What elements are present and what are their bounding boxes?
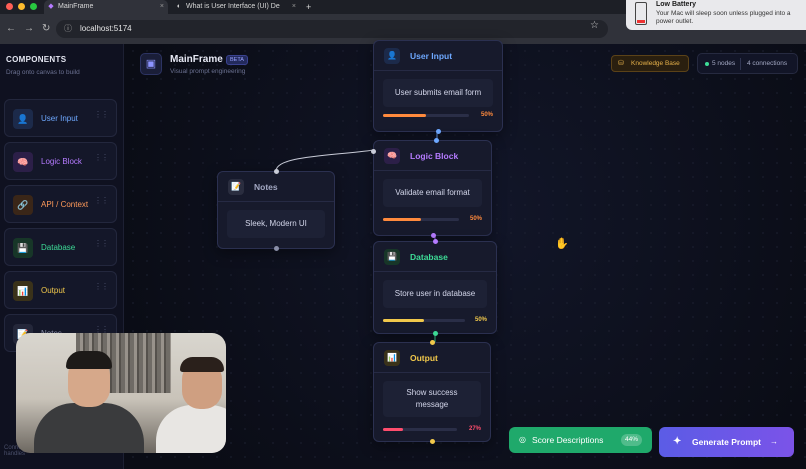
progress-bar: [383, 428, 457, 431]
floppy-icon: 💾: [384, 249, 400, 265]
node-logic-block[interactable]: 🧠 Logic Block Validate email format 50%: [371, 138, 492, 238]
minimize-window-button[interactable]: [18, 3, 25, 10]
close-tab-icon[interactable]: ×: [160, 0, 164, 14]
low-battery-notification[interactable]: Low Battery Your Mac will sleep soon unl…: [626, 0, 806, 30]
reload-icon[interactable]: ↻: [42, 23, 50, 34]
progress-label: 50%: [480, 112, 493, 118]
node-header: 📝 Notes: [218, 172, 334, 202]
progress-fill: [383, 428, 403, 431]
node-title: Notes: [254, 182, 278, 192]
node-title: User Input: [410, 51, 453, 61]
progress-fill: [383, 114, 426, 117]
target-icon: ◎: [519, 435, 526, 444]
output-handle[interactable]: [431, 233, 436, 238]
progress-label: 50%: [474, 317, 487, 323]
input-handle[interactable]: [274, 169, 279, 174]
progress-bar: [383, 218, 459, 221]
node-database[interactable]: 💾 Database Store user in database 50%: [373, 239, 497, 336]
battery-icon: [635, 2, 647, 25]
close-window-button[interactable]: [6, 3, 13, 10]
node-title: Output: [410, 353, 438, 363]
progress-bar: [383, 319, 465, 322]
node-title: Logic Block: [410, 151, 459, 161]
output-handle[interactable]: [436, 129, 441, 134]
person-right-hair: [180, 357, 224, 372]
progress-fill: [383, 218, 421, 221]
node-user-input[interactable]: 👤 User Input User submits email form 50%: [373, 40, 503, 134]
arrow-right-icon: →: [770, 437, 778, 446]
node-header: 🧠 Logic Block: [374, 141, 491, 171]
browser-tab-article[interactable]: ◐ What is User Interface (UI) De ×: [172, 0, 300, 14]
mainframe-favicon-icon: ◆: [48, 3, 54, 10]
brain-icon: 🧠: [384, 148, 400, 164]
generate-label: Generate Prompt: [692, 437, 761, 447]
person-left-hair: [66, 351, 112, 369]
forward-arrow-icon[interactable]: →: [24, 23, 34, 34]
bookmark-star-icon[interactable]: ☆: [590, 20, 599, 31]
user-icon: 👤: [384, 48, 400, 64]
connection-notes-logic: [275, 149, 375, 172]
chart-icon: 📊: [384, 350, 400, 366]
node-content[interactable]: Store user in database: [383, 280, 487, 308]
person-left-body: [34, 403, 144, 453]
person-right-body: [156, 405, 226, 453]
node-notes[interactable]: 📝 Notes Sleek, Modern UI: [217, 169, 335, 251]
close-tab-icon[interactable]: ×: [292, 0, 296, 14]
node-title: Database: [410, 252, 448, 262]
input-handle[interactable]: [434, 138, 439, 143]
node-content[interactable]: Sleek, Modern UI: [227, 210, 325, 238]
node-header: 👤 User Input: [374, 41, 502, 71]
back-arrow-icon[interactable]: ←: [6, 23, 16, 34]
node-output[interactable]: 📊 Output Show success message 27%: [373, 340, 491, 444]
globe-favicon-icon: ◐: [176, 3, 182, 10]
generate-prompt-button[interactable]: ✦ Generate Prompt →: [659, 427, 794, 457]
notification-message: Your Mac will sleep soon unless plugged …: [656, 10, 791, 25]
node-header: 💾 Database: [374, 242, 496, 272]
side-handle[interactable]: [371, 149, 376, 154]
url-text: localhost:5174: [80, 24, 132, 33]
progress-label: 50%: [469, 216, 482, 222]
new-tab-button[interactable]: +: [302, 0, 311, 14]
tab-title: What is User Interface (UI) De: [186, 3, 280, 10]
output-handle[interactable]: [274, 246, 279, 251]
node-content[interactable]: Show success message: [383, 381, 481, 417]
progress-bar: [383, 114, 469, 117]
node-content[interactable]: Validate email format: [383, 179, 482, 207]
note-icon: 📝: [228, 179, 244, 195]
sparkle-icon: ✦: [673, 436, 682, 447]
grab-cursor-icon: ✋: [555, 238, 569, 250]
output-handle[interactable]: [430, 439, 435, 444]
notification-title: Low Battery: [656, 1, 697, 8]
webcam-overlay: [16, 333, 226, 453]
output-handle[interactable]: [433, 331, 438, 336]
site-info-icon[interactable]: ⓘ: [64, 20, 72, 38]
input-handle[interactable]: [433, 239, 438, 244]
progress-label: 27%: [468, 426, 481, 432]
input-handle[interactable]: [430, 340, 435, 345]
maximize-window-button[interactable]: [30, 3, 37, 10]
tab-title: MainFrame: [58, 3, 94, 10]
browser-tab-mainframe[interactable]: ◆ MainFrame ×: [44, 0, 168, 14]
node-header: 📊 Output: [374, 343, 490, 373]
url-bar[interactable]: ⓘ localhost:5174: [56, 20, 608, 38]
score-badge: 44%: [621, 434, 643, 446]
score-label: Score Descriptions: [532, 435, 604, 445]
score-descriptions-button[interactable]: ◎ Score Descriptions 44%: [509, 427, 652, 453]
node-content[interactable]: User submits email form: [383, 79, 493, 107]
progress-fill: [383, 319, 424, 322]
